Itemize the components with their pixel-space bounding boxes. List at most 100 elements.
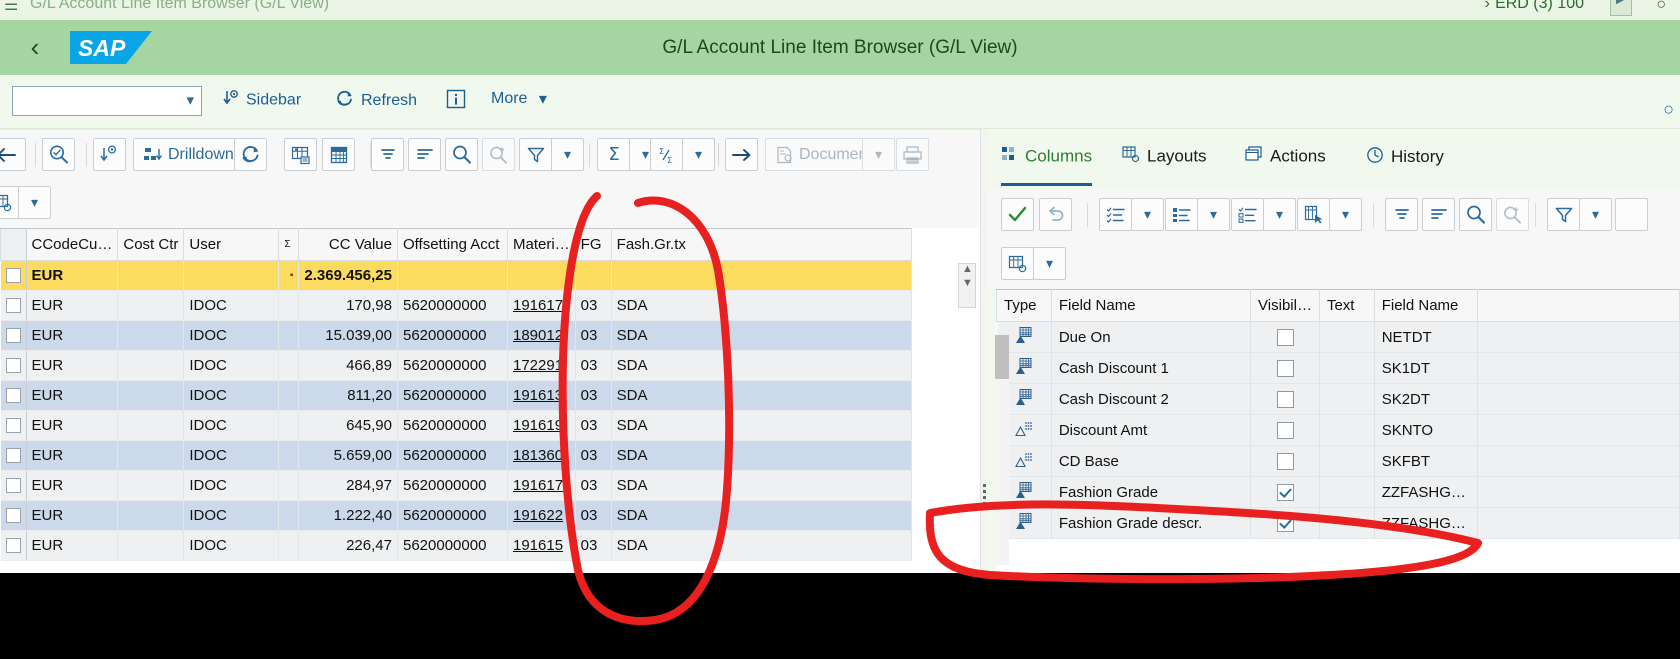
row-select-cell[interactable] — [0, 320, 27, 351]
cell-material[interactable]: 181360 — [507, 440, 576, 471]
row-select-cell[interactable] — [0, 260, 27, 291]
visibility-checkbox[interactable] — [1276, 359, 1294, 377]
cell-visibility[interactable] — [1250, 445, 1320, 477]
col-header-fg[interactable]: FG — [574, 228, 612, 261]
row-select-cell[interactable] — [0, 440, 27, 471]
more-button[interactable]: More ▾ — [491, 89, 547, 115]
select-all-button[interactable] — [1099, 198, 1132, 231]
cell-material[interactable]: 191622 — [507, 500, 576, 531]
row-checkbox[interactable] — [5, 418, 21, 433]
visibility-checkbox[interactable] — [1276, 328, 1294, 346]
circle-icon[interactable]: ○ — [1656, 0, 1666, 14]
col-header-visibility[interactable]: Visibil… — [1250, 289, 1320, 322]
col-header-sigma[interactable]: Σ — [278, 228, 300, 261]
subtotal-button[interactable]: Σ Σ — [650, 138, 683, 171]
material-link[interactable]: 191622 — [513, 507, 563, 524]
refresh-grid-button[interactable] — [234, 138, 267, 171]
table-row[interactable]: Discount Amt SKNTO — [996, 414, 1680, 446]
info-button[interactable] — [446, 89, 466, 115]
visibility-checkbox[interactable] — [1276, 514, 1294, 532]
list-button[interactable] — [1165, 198, 1198, 231]
col-header-cc-value[interactable]: CC Value — [298, 228, 398, 261]
material-link[interactable]: 189012 — [513, 327, 563, 344]
row-checkbox[interactable] — [5, 388, 21, 403]
table-row[interactable]: EUR IDOC 226,47 5620000000 191615 03 SDA — [0, 530, 912, 561]
material-link[interactable]: 191617 — [513, 297, 563, 314]
row-checkbox[interactable] — [5, 268, 21, 283]
row-select-cell[interactable] — [0, 500, 27, 531]
row-checkbox[interactable] — [5, 448, 21, 463]
table-row[interactable]: Due On NETDT — [996, 321, 1680, 353]
row-checkbox[interactable] — [5, 328, 21, 343]
row-select-cell[interactable] — [0, 530, 27, 561]
display-detail-button[interactable] — [93, 138, 126, 171]
col-header-tech-name[interactable]: Field Name — [1373, 289, 1478, 322]
table-row[interactable]: CD Base SKFBT — [996, 445, 1680, 477]
fiori-right-icon[interactable]: ○ — [1663, 99, 1674, 120]
cell-material[interactable]: 191613 — [507, 380, 576, 411]
cell-visibility[interactable] — [1250, 476, 1320, 508]
cell-visibility[interactable] — [1250, 414, 1320, 446]
table-row[interactable]: EUR IDOC 170,98 5620000000 191617 03 SDA — [0, 290, 912, 321]
col-header-blank[interactable] — [1476, 289, 1680, 322]
table-row[interactable]: EUR IDOC 15.039,00 5620000000 189012 03 SDA — [0, 320, 912, 351]
table-row[interactable]: EUR IDOC 811,20 5620000000 191613 03 SDA — [0, 380, 912, 411]
select-all-dropdown-button[interactable]: ▾ — [1131, 198, 1164, 231]
sort-descending-button[interactable] — [1422, 198, 1455, 231]
export-button[interactable] — [725, 138, 758, 171]
material-link[interactable]: 191619 — [513, 417, 563, 434]
tab-history[interactable]: History — [1366, 146, 1444, 186]
material-link[interactable]: 191615 — [513, 537, 563, 554]
select-layout-button[interactable] — [322, 138, 355, 171]
cell-material[interactable]: 191617 — [507, 290, 576, 321]
columns-scroll-thumb[interactable] — [995, 335, 1009, 379]
hamburger-icon[interactable]: ☰ — [4, 0, 18, 16]
table-row[interactable]: Cash Discount 2 SK2DT — [996, 383, 1680, 415]
grid-vertical-scrollbar[interactable]: ▲ ▼ — [958, 263, 976, 308]
subtotal-dropdown-button[interactable]: ▾ — [682, 138, 715, 171]
cell-material[interactable]: 189012 — [507, 320, 576, 351]
col-header-field-name[interactable]: Field Name — [1050, 289, 1252, 322]
tab-actions[interactable]: Actions — [1245, 146, 1326, 186]
search-next-button[interactable] — [1496, 198, 1529, 231]
table-row[interactable]: EUR IDOC 284,97 5620000000 191617 03 SDA — [0, 470, 912, 501]
material-link[interactable]: 191613 — [513, 387, 563, 404]
visibility-checkbox[interactable] — [1276, 483, 1294, 501]
columns-config-grid[interactable]: Type Field Name Visibil… Text Field Name… — [996, 289, 1680, 573]
table-row[interactable]: Cash Discount 1 SK1DT — [996, 352, 1680, 384]
row-select-cell[interactable] — [0, 470, 27, 501]
select-all-header[interactable] — [0, 228, 27, 261]
tab-columns[interactable]: Columns — [1001, 146, 1093, 186]
sidebar-button[interactable]: Sidebar — [222, 89, 301, 115]
sort-ascending-button[interactable] — [371, 138, 404, 171]
row-checkbox[interactable] — [5, 358, 21, 373]
material-link[interactable]: 191617 — [513, 477, 563, 494]
row-select-cell[interactable] — [0, 380, 27, 411]
col-header-type[interactable]: Type — [996, 289, 1052, 322]
document-dropdown-button[interactable]: ▾ — [862, 138, 895, 171]
main-data-grid[interactable]: CCodeCu… Cost Ctr User Σ CC Value Offset… — [0, 228, 980, 573]
col-header-cost-ctr[interactable]: Cost Ctr — [117, 228, 185, 261]
play-icon[interactable] — [1610, 0, 1632, 16]
col-header-user[interactable]: User — [183, 228, 280, 261]
material-link[interactable]: 181360 — [513, 447, 563, 464]
table-row[interactable]: EUR IDOC 645,90 5620000000 191619 03 SDA — [0, 410, 912, 441]
table-settings-dropdown-button[interactable]: ▾ — [1033, 247, 1066, 280]
sort-ascending-button[interactable] — [1385, 198, 1418, 231]
filter-dropdown-button[interactable]: ▾ — [1579, 198, 1612, 231]
search-next-button[interactable] — [482, 138, 515, 171]
row-checkbox[interactable] — [5, 508, 21, 523]
row-checkbox[interactable] — [5, 478, 21, 493]
col-header-material[interactable]: Materi… — [506, 228, 576, 261]
table-settings-button[interactable] — [0, 186, 19, 219]
table-row[interactable]: Fashion Grade ZZFASHG… — [996, 476, 1680, 508]
change-layout-button[interactable] — [284, 138, 317, 171]
row-checkbox[interactable] — [5, 538, 21, 553]
filter-button[interactable] — [1547, 198, 1580, 231]
visibility-checkbox[interactable] — [1276, 421, 1294, 439]
col-header-fash-gr-tx[interactable]: Fash.Gr.tx — [610, 228, 912, 261]
table-row[interactable]: EUR IDOC 1.222,40 5620000000 191622 03 SDA — [0, 500, 912, 531]
search-button[interactable] — [1459, 198, 1492, 231]
cell-visibility[interactable] — [1250, 321, 1320, 353]
row-select-cell[interactable] — [0, 350, 27, 381]
